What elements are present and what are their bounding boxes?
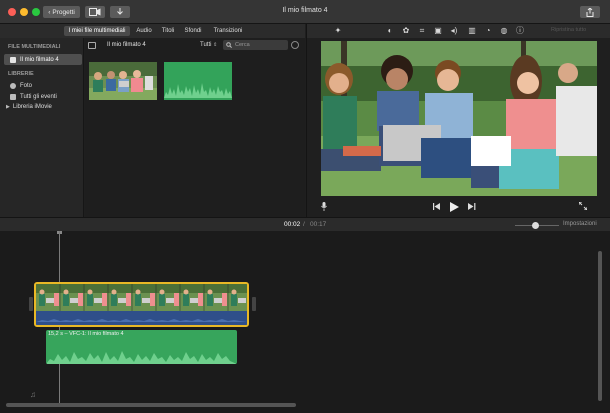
video-preview-frame bbox=[321, 41, 597, 196]
browser-settings-icon[interactable] bbox=[291, 41, 299, 49]
crop-icon[interactable]: ⌗ bbox=[417, 26, 427, 36]
tab-titles[interactable]: Titoli bbox=[158, 26, 178, 36]
projects-back-button[interactable]: ‹ Progetti bbox=[43, 6, 80, 18]
media-thumbnail-audio[interactable] bbox=[164, 62, 232, 100]
magic-wand-icon[interactable]: ✦ bbox=[333, 26, 343, 36]
window-title: Il mio filmato 4 bbox=[282, 7, 328, 14]
sidebar-item-label: Foto bbox=[20, 82, 33, 89]
zoom-window-button[interactable] bbox=[32, 8, 40, 16]
projects-back-label: Progetti bbox=[52, 8, 75, 16]
sidebar-item-library[interactable]: ▶ Libreria iMovie bbox=[4, 101, 82, 112]
tab-backgrounds[interactable]: Sfondi bbox=[181, 26, 205, 36]
tab-audio[interactable]: Audio bbox=[133, 26, 155, 36]
browser-title: Il mio filmato 4 bbox=[107, 42, 146, 48]
timeline[interactable]: 15,2 s – VFC-1: Il mio filmato 4 ♫ bbox=[0, 231, 610, 413]
audio-clip-waveform bbox=[46, 351, 237, 364]
reset-all-button[interactable]: Ripristina tutto bbox=[551, 27, 586, 33]
clip-trim-handle-right[interactable] bbox=[252, 297, 256, 311]
skip-back-icon[interactable] bbox=[433, 202, 441, 212]
time-separator: / bbox=[303, 221, 305, 228]
sidebar-item-photos[interactable]: Foto bbox=[4, 80, 82, 91]
section-media-heading: FILE MULTIMEDIALI bbox=[8, 44, 61, 50]
film-icon bbox=[10, 56, 16, 63]
tab-transitions[interactable]: Transizioni bbox=[209, 26, 247, 36]
search-icon bbox=[226, 42, 232, 48]
share-button[interactable] bbox=[580, 6, 600, 18]
filter-select[interactable]: Tutti ⇕ bbox=[200, 42, 217, 48]
playback-controls bbox=[307, 198, 610, 217]
photos-icon bbox=[10, 82, 16, 89]
browser-toolbar: Il mio filmato 4 Tutti ⇕ Cerca bbox=[85, 38, 305, 53]
audio-clip[interactable]: 15,2 s – VFC-1: Il mio filmato 4 bbox=[46, 330, 237, 364]
chevron-left-icon: ‹ bbox=[48, 8, 51, 16]
music-note-icon: ♫ bbox=[30, 390, 36, 399]
color-balance-icon[interactable]: ◐ bbox=[385, 26, 395, 36]
adjustments-toolbar: ✦ ◐ ✿ ⌗ ▣ ◂) ▥ ◔ ◍ ⓘ Ripristina tutto bbox=[307, 24, 610, 38]
vertical-scrollbar[interactable] bbox=[598, 251, 602, 401]
media-tab-bar: I miei file multimediali Audio Titoli Sf… bbox=[0, 24, 305, 38]
share-icon bbox=[586, 7, 594, 17]
tab-my-media[interactable]: I miei file multimediali bbox=[64, 26, 130, 36]
media-thumbnail-video[interactable] bbox=[89, 62, 157, 100]
video-clip[interactable] bbox=[34, 282, 249, 327]
section-libraries-heading: LIBRERIE bbox=[8, 71, 34, 77]
viewer-panel: ✦ ◐ ✿ ⌗ ▣ ◂) ▥ ◔ ◍ ⓘ Ripristina tutto bbox=[306, 24, 610, 217]
search-input[interactable]: Cerca bbox=[223, 40, 288, 50]
noise-reduction-icon[interactable]: ▥ bbox=[467, 26, 477, 36]
sidebar-item-project[interactable]: Il mio filmato 4 bbox=[4, 54, 82, 65]
media-view-icon bbox=[89, 8, 101, 16]
search-placeholder: Cerca bbox=[235, 42, 250, 48]
minimize-window-button[interactable] bbox=[20, 8, 28, 16]
horizontal-scrollbar[interactable] bbox=[6, 403, 296, 407]
timeline-settings-button[interactable]: Impostazioni bbox=[563, 221, 597, 227]
speed-icon[interactable]: ◔ bbox=[483, 26, 493, 36]
info-icon[interactable]: ⓘ bbox=[515, 26, 525, 36]
fullscreen-icon[interactable] bbox=[578, 201, 588, 212]
skip-forward-icon[interactable] bbox=[468, 202, 476, 212]
total-time: 00:17 bbox=[310, 221, 327, 228]
timeline-zoom-knob[interactable] bbox=[532, 222, 539, 229]
video-preview[interactable] bbox=[321, 41, 597, 196]
current-time: 00:02 bbox=[284, 221, 301, 228]
star-icon bbox=[10, 93, 16, 100]
volume-icon[interactable]: ◂) bbox=[449, 26, 459, 36]
sidebar-item-label: Il mio filmato 4 bbox=[20, 56, 59, 63]
chevron-updown-icon: ⇕ bbox=[213, 42, 218, 48]
color-correction-icon[interactable]: ✿ bbox=[401, 26, 411, 36]
timeline-header: 00:02 / 00:17 Impostazioni bbox=[0, 217, 610, 231]
media-browser: Il mio filmato 4 Tutti ⇕ Cerca bbox=[85, 38, 305, 217]
import-button[interactable] bbox=[110, 6, 130, 18]
download-arrow-icon bbox=[117, 8, 123, 15]
audio-waveform-image bbox=[164, 62, 232, 100]
title-bar: ‹ Progetti Il mio filmato 4 bbox=[0, 0, 610, 24]
video-clip-filmstrip bbox=[36, 284, 247, 325]
stabilization-icon[interactable]: ▣ bbox=[433, 26, 443, 36]
imovie-window: ‹ Progetti Il mio filmato 4 I miei file … bbox=[0, 0, 610, 413]
disclosure-triangle-icon[interactable]: ▶ bbox=[6, 104, 10, 110]
video-thumbnail-image bbox=[89, 62, 157, 100]
clip-trim-handle-left[interactable] bbox=[29, 297, 33, 311]
close-window-button[interactable] bbox=[8, 8, 16, 16]
sidebar-item-label: Tutti gli eventi bbox=[20, 93, 57, 100]
microphone-icon[interactable] bbox=[321, 202, 327, 213]
sidebar-toggle-icon[interactable] bbox=[88, 42, 96, 49]
clip-filter-icon[interactable]: ◍ bbox=[499, 26, 509, 36]
filter-value: Tutti bbox=[200, 42, 212, 48]
media-view-button[interactable] bbox=[85, 6, 105, 18]
play-icon[interactable] bbox=[450, 202, 459, 214]
sidebar-item-label: Libreria iMovie bbox=[12, 103, 52, 110]
library-sidebar: FILE MULTIMEDIALI Il mio filmato 4 LIBRE… bbox=[0, 38, 84, 217]
